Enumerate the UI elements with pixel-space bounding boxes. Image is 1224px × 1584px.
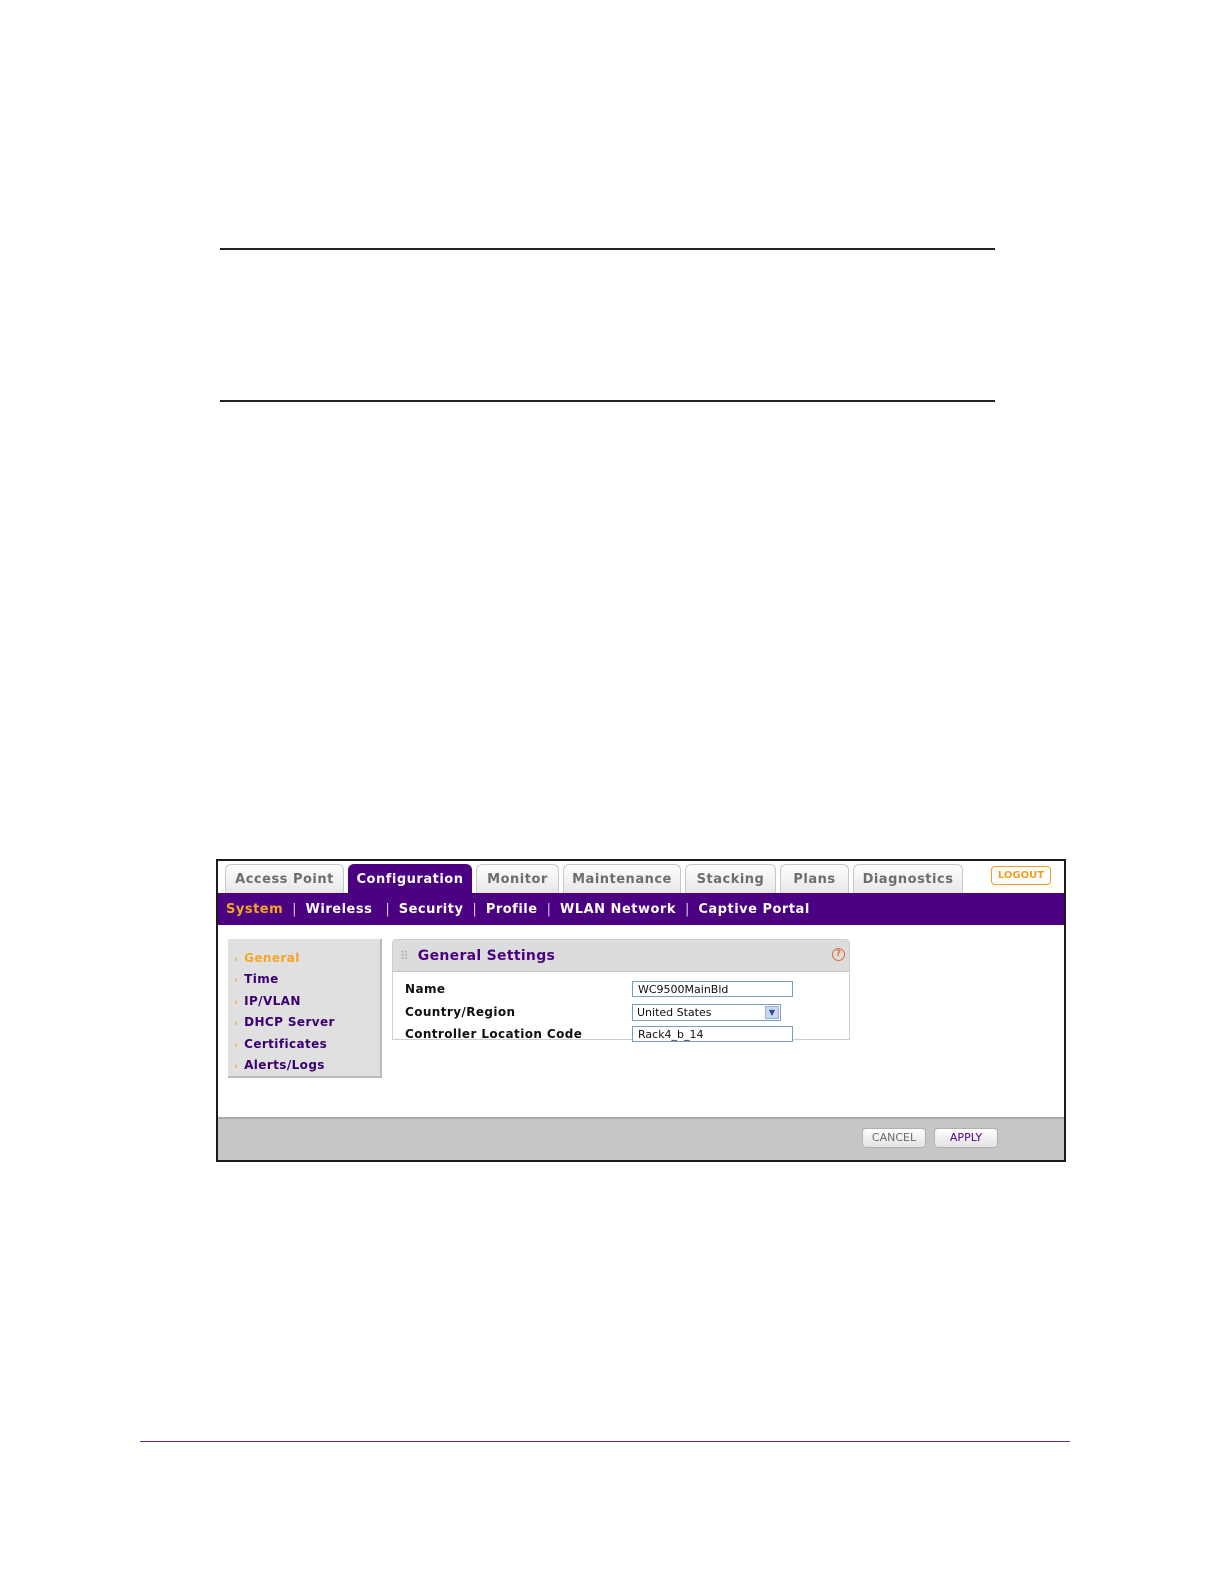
app-window: Access Point Configuration Monitor Maint…	[216, 859, 1066, 1162]
chevron-right-icon: ›	[234, 1019, 239, 1030]
cancel-button[interactable]: CANCEL	[862, 1128, 926, 1148]
name-row: Name	[393, 978, 849, 1001]
subnav-security[interactable]: Security	[399, 902, 464, 917]
side-item-label: General	[244, 950, 300, 965]
subnav-separator: |	[546, 901, 551, 917]
side-item-label: Time	[244, 972, 279, 987]
side-item-alerts-logs[interactable]: › Alerts/Logs	[228, 1055, 380, 1077]
help-icon[interactable]: ?	[832, 948, 845, 961]
sub-navigation: System | Wireless | Security | Profile |…	[218, 893, 1064, 925]
subnav-wireless[interactable]: Wireless	[306, 902, 373, 917]
tab-diagnostics[interactable]: Diagnostics	[853, 864, 963, 893]
chevron-right-icon: ›	[234, 1062, 239, 1073]
side-item-label: IP/VLAN	[244, 993, 301, 1008]
country-select[interactable]: United States ▼	[632, 1003, 781, 1021]
name-field[interactable]	[632, 981, 793, 997]
tab-monitor[interactable]: Monitor	[476, 864, 559, 893]
side-item-ip-vlan[interactable]: › IP/VLAN	[228, 990, 380, 1012]
tab-plans[interactable]: Plans	[780, 864, 849, 893]
content-area: › General › Time › IP/VLAN › DHCP Server…	[218, 925, 1064, 1117]
name-label: Name	[405, 982, 446, 996]
main-tab-bar: Access Point Configuration Monitor Maint…	[218, 861, 1064, 893]
bottom-rule	[220, 400, 995, 402]
chevron-right-icon: ›	[234, 997, 239, 1008]
side-item-general[interactable]: › General	[228, 947, 380, 969]
subnav-captive-portal[interactable]: Captive Portal	[698, 902, 809, 917]
tab-configuration[interactable]: Configuration	[348, 864, 472, 893]
chevron-down-icon: ▼	[765, 1005, 779, 1019]
general-settings-panel: ⠿ General Settings ? Name Country/Region…	[392, 939, 850, 1042]
subnav-separator: |	[684, 901, 690, 917]
country-row: Country/Region United States ▼	[393, 1001, 849, 1024]
side-item-label: DHCP Server	[244, 1015, 335, 1030]
footer-rule	[140, 1441, 1070, 1442]
chevron-right-icon: ›	[234, 976, 239, 987]
subnav-profile[interactable]: Profile	[486, 902, 538, 917]
logout-button[interactable]: LOGOUT	[991, 866, 1051, 885]
chevron-right-icon: ›	[234, 1040, 239, 1051]
apply-button[interactable]: APPLY	[934, 1128, 998, 1148]
subnav-separator: |	[385, 901, 390, 917]
location-field[interactable]	[632, 1026, 793, 1042]
subnav-separator: |	[292, 901, 297, 917]
side-menu: › General › Time › IP/VLAN › DHCP Server…	[228, 939, 382, 1078]
grip-icon: ⠿	[400, 948, 409, 963]
tab-access-point[interactable]: Access Point	[225, 864, 344, 893]
subnav-system[interactable]: System	[226, 902, 283, 917]
subnav-wlan-network[interactable]: WLAN Network	[560, 902, 676, 917]
country-label: Country/Region	[405, 1004, 516, 1019]
panel-header: ⠿ General Settings ?	[393, 940, 849, 972]
tab-maintenance[interactable]: Maintenance	[563, 864, 681, 893]
location-label: Controller Location Code	[405, 1027, 583, 1041]
side-item-label: Alerts/Logs	[244, 1058, 325, 1073]
side-item-certificates[interactable]: › Certificates	[228, 1033, 380, 1055]
subnav-separator: |	[472, 901, 477, 917]
side-item-dhcp-server[interactable]: › DHCP Server	[228, 1012, 380, 1034]
side-item-time[interactable]: › Time	[228, 969, 380, 991]
side-item-label: Certificates	[244, 1036, 328, 1051]
location-row: Controller Location Code	[393, 1023, 849, 1046]
tab-stacking[interactable]: Stacking	[685, 864, 776, 893]
panel-title: General Settings	[417, 947, 556, 964]
top-rule	[220, 248, 995, 250]
country-select-value: United States	[637, 1005, 712, 1019]
action-bar: CANCEL APPLY	[218, 1117, 1064, 1160]
chevron-right-icon: ›	[234, 954, 239, 965]
